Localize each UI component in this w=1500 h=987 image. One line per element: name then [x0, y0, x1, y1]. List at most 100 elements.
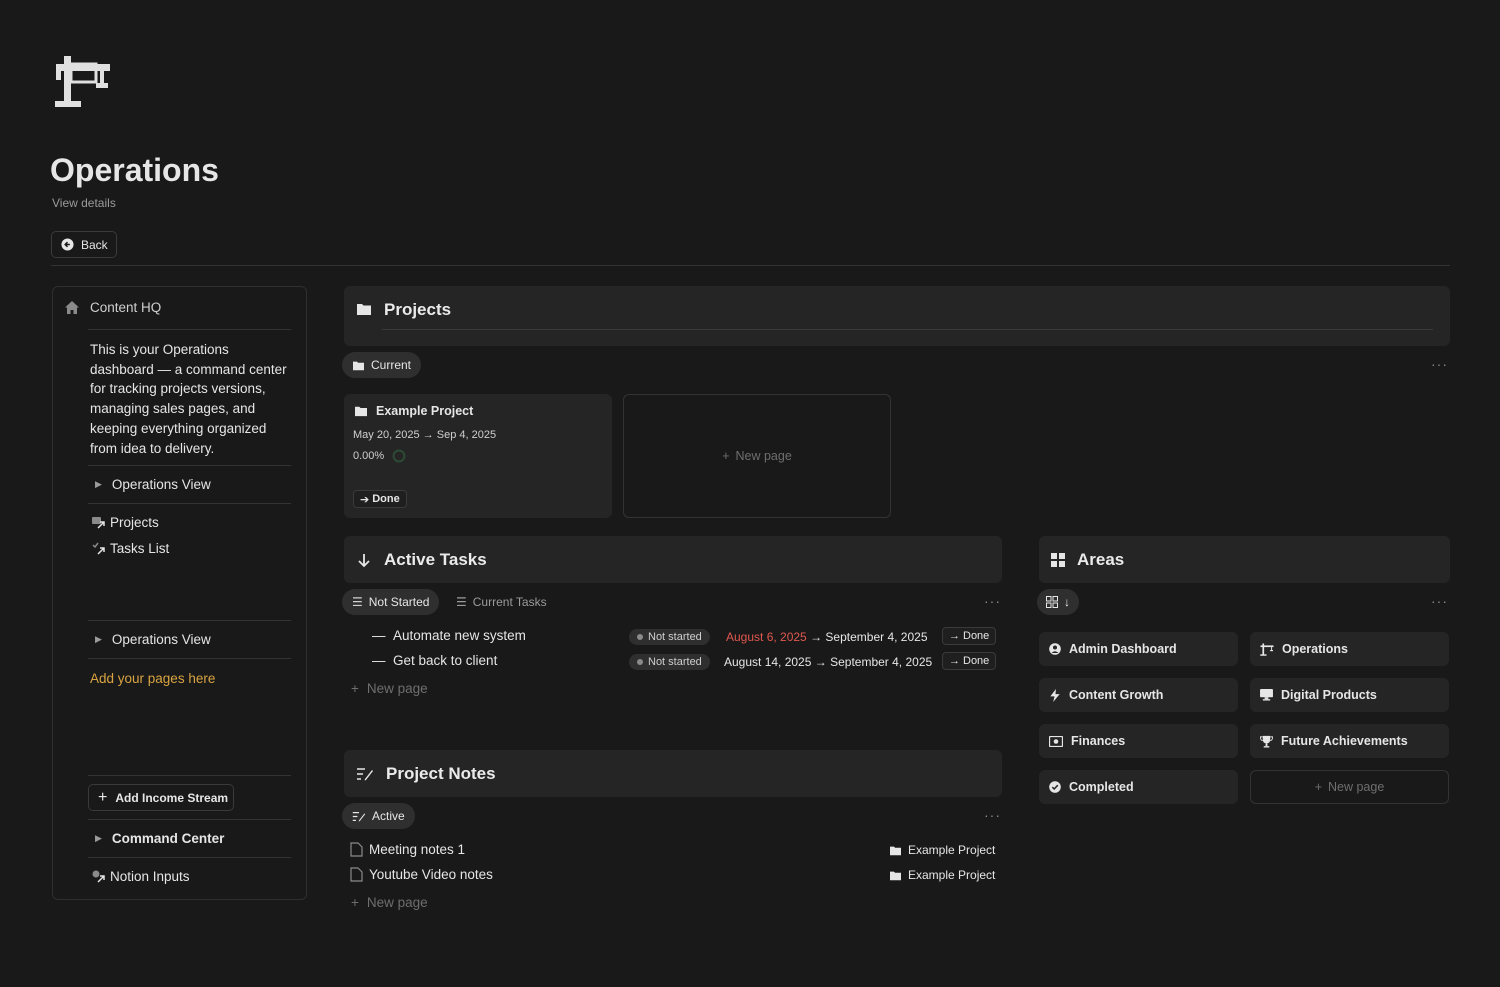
- task-status-badge[interactable]: Not started: [629, 629, 710, 645]
- new-page-label: New page: [366, 681, 428, 696]
- tab-label: Active: [372, 809, 405, 823]
- sidebar-description: This is your Operations dashboard — a co…: [90, 342, 287, 456]
- project-card-progress-row: 0.00%: [353, 449, 406, 463]
- new-page-label: New page: [735, 449, 792, 463]
- folder-icon: [890, 871, 901, 880]
- active-tasks-tab-current-tasks[interactable]: ☰ Current Tasks: [456, 595, 547, 609]
- back-button[interactable]: Back: [51, 231, 117, 258]
- new-page-label: New page: [366, 895, 428, 910]
- areas-view-selector[interactable]: ↓: [1037, 589, 1079, 615]
- tab-label: Not Started: [368, 595, 430, 609]
- sidebar-toggle-operations-view[interactable]: ▶ Operations View: [95, 477, 211, 492]
- plus-icon: +: [722, 449, 730, 463]
- folder-icon: [357, 304, 371, 315]
- arrow-right-icon: ➔: [360, 493, 370, 506]
- sidebar-link-tasks-list[interactable]: Tasks List: [91, 541, 169, 556]
- project-notes-more-options[interactable]: ···: [984, 807, 1001, 823]
- project-notes-new-page[interactable]: + New page: [351, 895, 428, 910]
- task-name: — Automate new system: [372, 628, 526, 643]
- active-tasks-header: Active Tasks: [344, 536, 1002, 583]
- relation-label: Example Project: [908, 843, 996, 857]
- add-income-stream-button[interactable]: + Add Income Stream: [88, 784, 234, 811]
- toggle-triangle-icon: ▶: [95, 479, 102, 489]
- list-icon: ☰: [352, 595, 363, 609]
- grid-icon: [1051, 552, 1065, 567]
- project-notes-tab-active[interactable]: Active: [342, 803, 415, 829]
- note-row[interactable]: Youtube Video notes Example Project: [350, 866, 998, 886]
- area-label: Future Achievements: [1281, 734, 1408, 748]
- areas-new-page-card[interactable]: + New page: [1250, 770, 1449, 804]
- sidebar-divider: [88, 465, 291, 466]
- task-name: — Get back to client: [372, 653, 498, 668]
- area-card-operations[interactable]: Operations: [1250, 632, 1449, 666]
- note-name: Youtube Video notes: [369, 867, 493, 882]
- sidebar-link-notion-inputs[interactable]: Notion Inputs: [91, 869, 190, 884]
- area-card-finances[interactable]: Finances: [1039, 724, 1238, 758]
- sidebar-toggle-command-center[interactable]: ▶ Command Center: [95, 831, 224, 846]
- projects-more-options[interactable]: ···: [1431, 356, 1448, 372]
- sidebar-divider: [88, 775, 291, 776]
- project-done-button[interactable]: ➔ Done: [353, 490, 407, 508]
- folder-icon: [355, 406, 367, 417]
- project-card[interactable]: Example Project May 20, 2025 → Sep 4, 20…: [344, 394, 612, 518]
- money-icon: [1049, 735, 1063, 747]
- sort-arrow-down-icon: ↓: [1064, 595, 1070, 609]
- project-card-title-row: Example Project: [354, 404, 473, 418]
- linked-page-icon: [92, 517, 105, 529]
- notes-pen-icon: [352, 811, 366, 822]
- area-card-completed[interactable]: Completed: [1039, 770, 1238, 804]
- progress-ring-icon: [392, 449, 406, 463]
- projects-view-tab-current[interactable]: Current: [342, 352, 422, 378]
- home-icon: [65, 301, 79, 314]
- task-row[interactable]: — Automate new system Not started August…: [372, 627, 998, 647]
- note-row[interactable]: Meeting notes 1 Example Project: [350, 841, 998, 861]
- task-dates: August 6, 2025 → September 4, 2025: [726, 630, 928, 644]
- plus-icon: +: [98, 788, 108, 806]
- folder-icon: [890, 846, 901, 855]
- sidebar-header[interactable]: Content HQ: [64, 300, 161, 315]
- areas-more-options[interactable]: ···: [1431, 593, 1448, 609]
- area-card-content-growth[interactable]: Content Growth: [1039, 678, 1238, 712]
- sidebar-divider: [88, 503, 291, 504]
- add-income-stream-label: Add Income Stream: [115, 790, 229, 805]
- status-label: Not started: [648, 631, 702, 643]
- linked-page-icon: [92, 870, 105, 883]
- area-card-digital-products[interactable]: Digital Products: [1250, 678, 1449, 712]
- projects-new-page-card[interactable]: + New page: [623, 394, 891, 518]
- active-tasks-more-options[interactable]: ···: [984, 593, 1001, 609]
- note-project-relation[interactable]: Example Project: [889, 868, 995, 882]
- task-end-date: September 4, 2025: [830, 655, 933, 669]
- active-tasks-tab-not-started[interactable]: ☰ Not Started: [342, 589, 440, 615]
- projects-title: Projects: [384, 300, 452, 319]
- task-done-button[interactable]: → Done: [942, 652, 997, 670]
- folder-icon: [353, 361, 364, 370]
- areas-header: Areas: [1039, 536, 1450, 583]
- active-tasks-new-page[interactable]: + New page: [351, 681, 428, 696]
- page-icon-crane[interactable]: [54, 54, 112, 108]
- area-card-admin-dashboard[interactable]: Admin Dashboard: [1039, 632, 1238, 666]
- done-label: Done: [963, 655, 990, 667]
- relation-label: Example Project: [908, 868, 996, 882]
- page-icon: [350, 867, 363, 882]
- task-status-badge[interactable]: Not started: [629, 654, 710, 670]
- sidebar-divider: [88, 819, 291, 820]
- sidebar-divider: [88, 620, 291, 621]
- sidebar-toggle-operations-view-2[interactable]: ▶ Operations View: [95, 632, 211, 647]
- toggle-triangle-icon: ▶: [95, 833, 102, 843]
- status-dot: [637, 634, 643, 640]
- area-label: Finances: [1071, 734, 1126, 748]
- area-label: Admin Dashboard: [1069, 642, 1177, 656]
- area-label: Completed: [1069, 780, 1134, 794]
- back-arrow-circle-icon: [61, 238, 74, 251]
- area-card-future-achievements[interactable]: Future Achievements: [1250, 724, 1449, 758]
- project-notes-title: Project Notes: [386, 763, 496, 783]
- task-row[interactable]: — Get back to client Not started August …: [372, 652, 998, 672]
- area-label: Content Growth: [1069, 688, 1164, 702]
- note-project-relation[interactable]: Example Project: [889, 843, 995, 857]
- arrow-right-icon: →: [949, 655, 960, 667]
- task-start-date: August 14, 2025: [724, 655, 812, 669]
- active-tasks-title: Active Tasks: [384, 549, 487, 569]
- task-done-button[interactable]: → Done: [942, 627, 997, 645]
- view-details-link[interactable]: View details: [52, 196, 116, 210]
- sidebar-link-projects[interactable]: Projects: [91, 515, 159, 530]
